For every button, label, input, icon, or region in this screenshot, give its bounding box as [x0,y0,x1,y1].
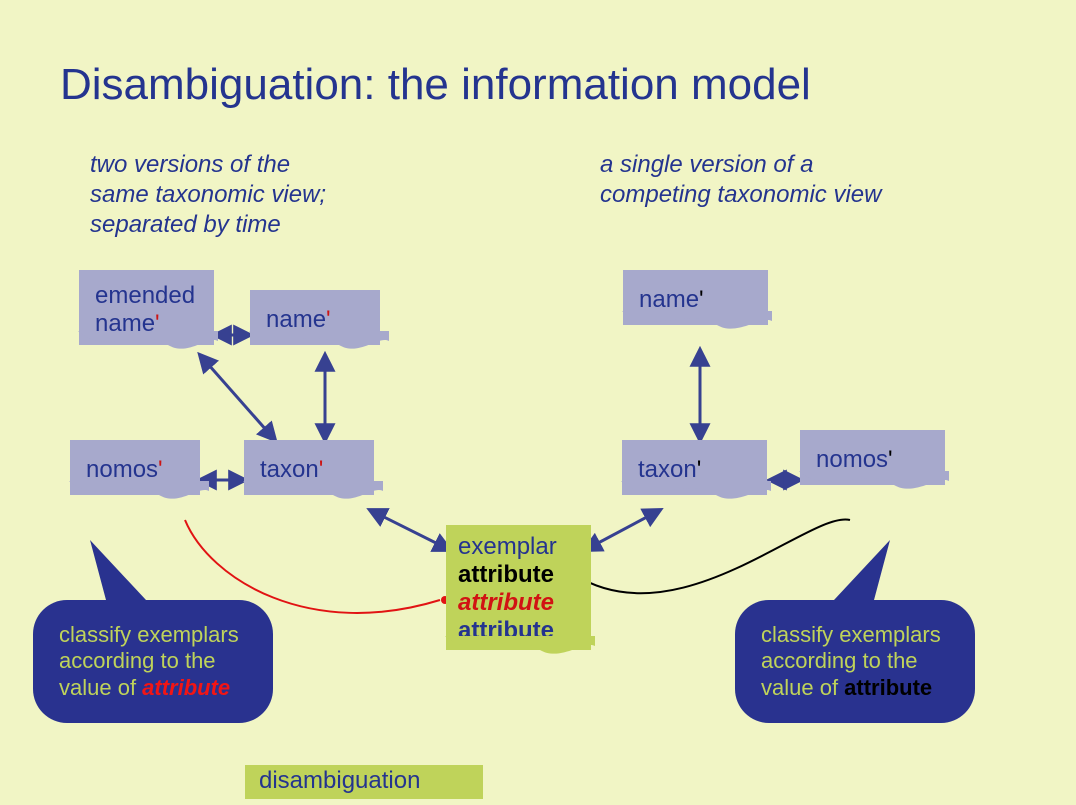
exemplar-attr-1: attribute [458,561,579,589]
box-nomos-right-label: nomos [816,446,888,473]
callout-left-attr: attribute [142,675,230,700]
callout-right-attr: attribute [844,675,932,700]
exemplar-title: exemplar [458,533,557,560]
box-taxon-right: taxon' [622,440,767,495]
box-nomos-right: nomos' [800,430,945,485]
box-exemplar: exemplar attribute attribute attribute [446,525,591,650]
box-emended-name: emendedname' [79,270,214,345]
callout-right: classify exemplars according to the valu… [735,600,975,723]
box-name-left-label: name [266,306,326,333]
box-nomos-left-label: nomos [86,456,158,483]
box-taxon-left-label: taxon [260,456,319,483]
box-name-right: name' [623,270,768,325]
callout-left: classify exemplars according to the valu… [33,600,273,723]
badge-disambiguation: disambiguation [245,765,483,799]
subhead-right: a single version of acompeting taxonomic… [600,150,980,210]
box-emended-name-label: emendedname [95,282,195,337]
box-name-right-label: name [639,286,699,313]
subhead-left: two versions of thesame taxonomic view;s… [90,150,420,240]
page-title: Disambiguation: the information model [60,60,811,110]
box-taxon-left: taxon' [244,440,374,495]
box-name-left: name' [250,290,380,345]
box-taxon-right-label: taxon [638,456,697,483]
box-nomos-left: nomos' [70,440,200,495]
exemplar-attr-2: attribute [458,589,579,617]
